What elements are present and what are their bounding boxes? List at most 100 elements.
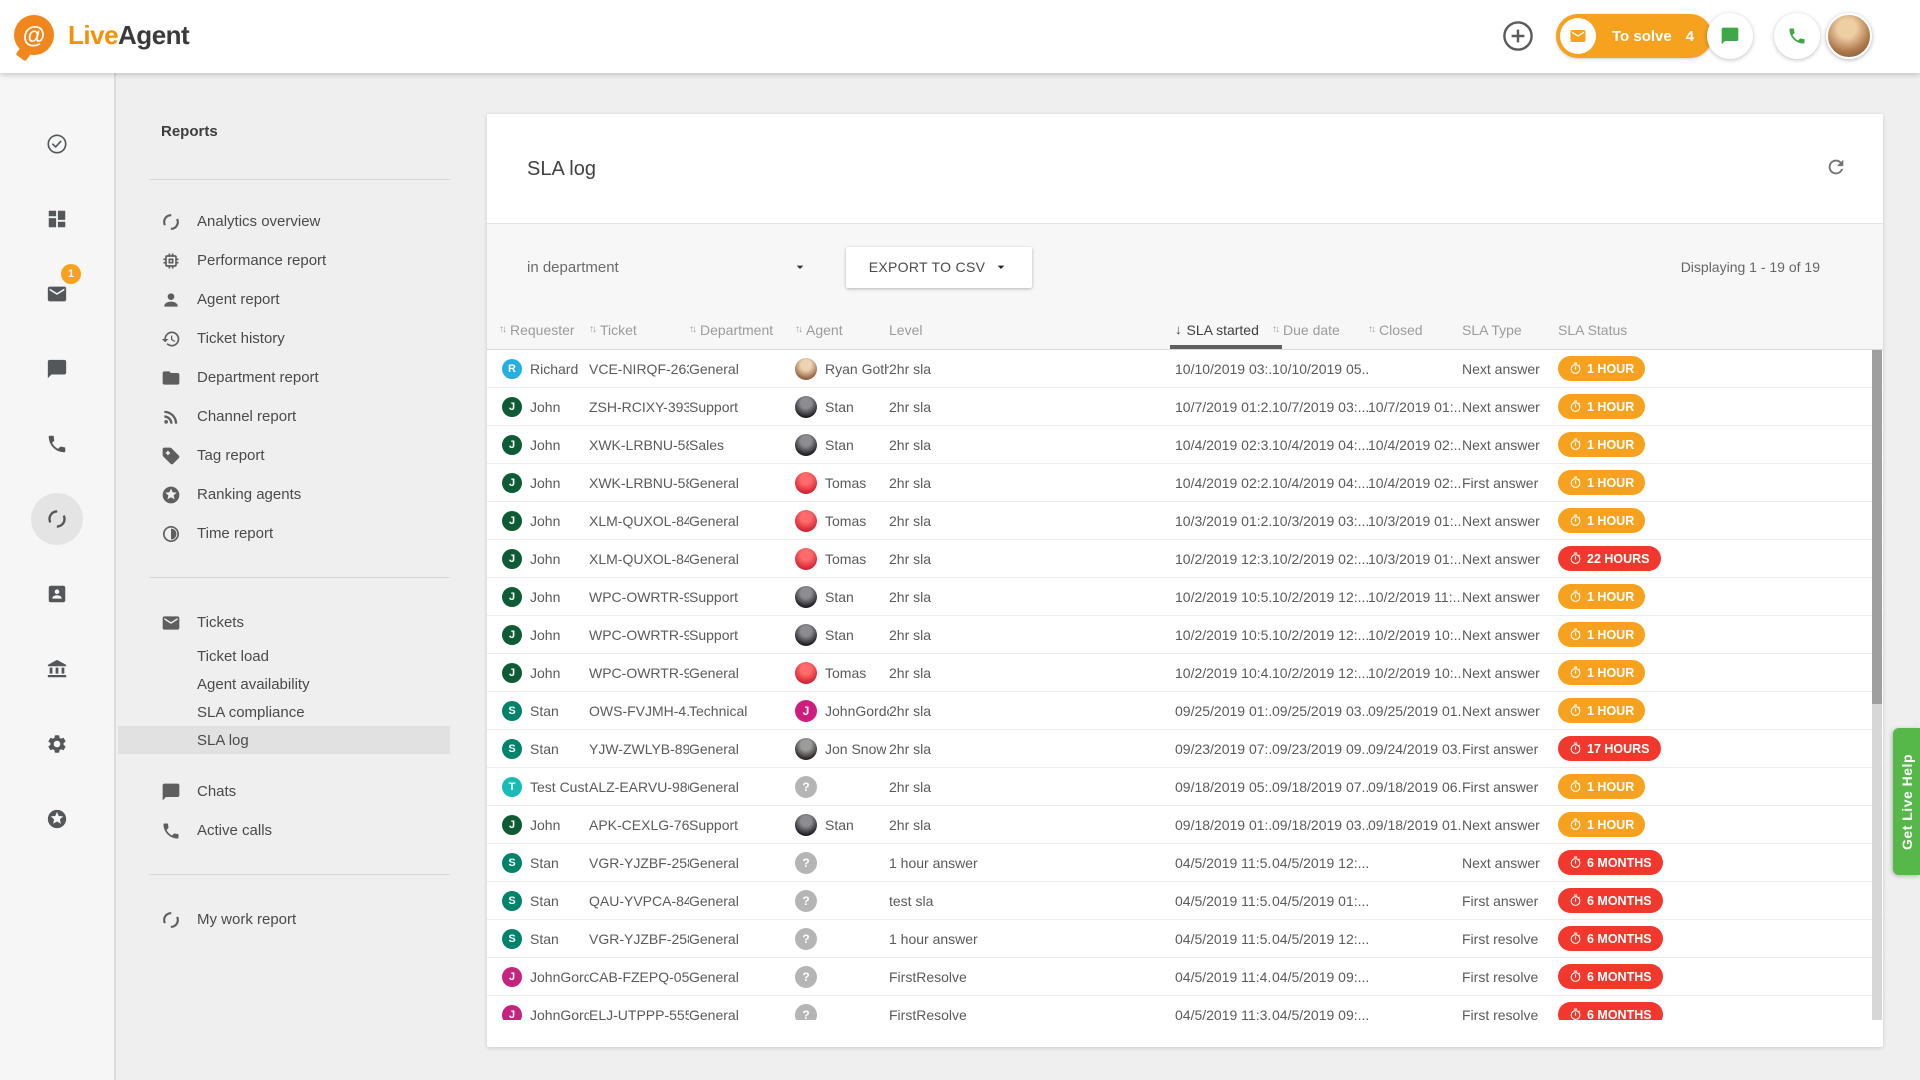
requester-cell: SStan <box>499 739 589 759</box>
agent-name: Stan <box>825 627 854 643</box>
column-header-ticket[interactable]: ↑↓Ticket <box>589 310 689 349</box>
table-row[interactable]: JJohnWPC-OWRTR-9...SupportStan2hr sla10/… <box>487 616 1883 654</box>
requester-cell: JJohnGordo <box>499 967 589 987</box>
vertical-scrollbar-thumb[interactable] <box>1872 350 1882 704</box>
divider <box>149 179 450 180</box>
department: Support <box>689 627 795 643</box>
table-row[interactable]: JJohnXWK-LRBNU-588GeneralTomas2hr sla10/… <box>487 464 1883 502</box>
nav-item-department-report[interactable]: Department report <box>118 358 450 397</box>
add-new-button[interactable] <box>1501 19 1535 53</box>
table-row[interactable]: JJohnAPK-CEXLG-764SupportStan2hr sla09/1… <box>487 806 1883 844</box>
chats-button[interactable] <box>1707 13 1753 59</box>
to-solve-label: To solve <box>1612 28 1672 45</box>
sla-level: 2hr sla <box>889 779 1175 795</box>
rail-item-company[interactable] <box>31 643 83 695</box>
column-header-agent[interactable]: ↑↓Agent <box>795 310 889 349</box>
nav-item-sla-log[interactable]: SLA log <box>118 726 450 754</box>
column-header-sla_started[interactable]: ↓SLA started <box>1175 310 1272 349</box>
table-row[interactable]: SStanOWS-FVJMH-4...TechnicalJJohnGordon2… <box>487 692 1883 730</box>
column-header-sla_status: SLA Status <box>1558 310 1883 349</box>
rail-item-dashboard[interactable] <box>31 193 83 245</box>
table-row[interactable]: JJohnWPC-OWRTR-9...GeneralTomas2hr sla10… <box>487 654 1883 692</box>
department: General <box>689 475 795 491</box>
nav-item-channel-report[interactable]: Channel report <box>118 397 450 436</box>
nav-item-tag-report[interactable]: Tag report <box>118 436 450 475</box>
table-row[interactable]: SStanVGR-YJZBF-258General?1 hour answer0… <box>487 844 1883 882</box>
timer-icon <box>1569 780 1582 793</box>
calls-button[interactable] <box>1774 13 1820 59</box>
nav-item-agent-report[interactable]: Agent report <box>118 280 450 319</box>
sla-type: Next answer <box>1462 703 1558 719</box>
filter-value: in department <box>527 259 619 276</box>
column-header-due_date[interactable]: ↑↓Due date <box>1272 310 1368 349</box>
column-header-department[interactable]: ↑↓Department <box>689 310 795 349</box>
rail-item-tasks[interactable] <box>31 118 83 170</box>
table-row[interactable]: JJohnWPC-OWRTR-9...SupportStan2hr sla10/… <box>487 578 1883 616</box>
department: General <box>689 969 795 985</box>
to-solve-button[interactable]: To solve 4 <box>1556 14 1712 58</box>
closed-date: 10/3/2019 01:... <box>1368 513 1462 529</box>
nav-item-ticket-load[interactable]: Ticket load <box>118 642 450 670</box>
department: General <box>689 551 795 567</box>
timer-icon <box>1569 400 1582 413</box>
ticket-id: ALZ-EARVU-980 <box>589 779 689 795</box>
table-row[interactable]: SStanYJW-ZWLYB-895GeneralJon Snow2hr sla… <box>487 730 1883 768</box>
requester-avatar: J <box>502 511 522 531</box>
nav-item-analytics-overview[interactable]: Analytics overview <box>118 202 450 241</box>
rail-item-tickets[interactable]: 1 <box>31 268 83 320</box>
table-row[interactable]: JJohnGordoELJ-UTPPP-555General?FirstReso… <box>487 996 1883 1020</box>
rail-item-calls[interactable] <box>31 418 83 470</box>
column-header-requester[interactable]: ↑↓Requester <box>499 310 589 349</box>
column-header-closed[interactable]: ↑↓Closed <box>1368 310 1462 349</box>
liveagent-logo[interactable]: @ LiveAgent <box>14 15 189 55</box>
column-label: SLA started <box>1187 322 1259 338</box>
rail-item-settings[interactable] <box>31 718 83 770</box>
agent-cell: ? <box>795 928 889 950</box>
table-row[interactable]: JJohnXLM-QUXOL-848GeneralTomas2hr sla10/… <box>487 540 1883 578</box>
table-row[interactable]: RRichardVCE-NIRQF-263GeneralRyan Goth2hr… <box>487 350 1883 388</box>
nav-item-time-report[interactable]: Time report <box>118 514 450 553</box>
card-header: SLA log <box>487 114 1883 224</box>
ticket-id: ZSH-RCIXY-393 <box>589 399 689 415</box>
nav-item-tickets[interactable]: Tickets <box>118 603 450 642</box>
nav-item-chats[interactable]: Chats <box>118 772 450 811</box>
logo-bubble-icon: @ <box>14 15 54 55</box>
sla-log-card: SLA log in department EXPORT TO CSV Disp… <box>487 114 1883 1047</box>
export-to-csv-button[interactable]: EXPORT TO CSV <box>846 247 1032 288</box>
nav-item-my-work-report[interactable]: My work report <box>118 900 450 939</box>
requester-avatar: J <box>502 397 522 417</box>
refresh-button[interactable] <box>1825 156 1847 178</box>
table-row[interactable]: TTest CustoALZ-EARVU-980General?2hr sla0… <box>487 768 1883 806</box>
get-live-help-tab[interactable]: Get Live Help <box>1893 728 1920 875</box>
requester-cell: JJohn <box>499 625 589 645</box>
ticket-id: VGR-YJZBF-258 <box>589 855 689 871</box>
agent-cell: ? <box>795 852 889 874</box>
table-row[interactable]: SStanVGR-YJZBF-258General?1 hour answer0… <box>487 920 1883 958</box>
nav-item-agent-availability[interactable]: Agent availability <box>118 670 450 698</box>
rail-item-upgrade[interactable] <box>31 793 83 845</box>
department-filter-select[interactable]: in department <box>527 259 808 276</box>
sla-status-label: 1 HOUR <box>1587 438 1634 452</box>
requester-name: John <box>530 475 560 491</box>
column-label: Level <box>889 322 922 338</box>
due-date: 09/18/2019 07... <box>1272 779 1368 795</box>
nav-item-ticket-history[interactable]: Ticket history <box>118 319 450 358</box>
due-date: 10/2/2019 12:... <box>1272 589 1368 605</box>
table-row[interactable]: JJohnXLM-QUXOL-848GeneralTomas2hr sla10/… <box>487 502 1883 540</box>
rail-item-chats[interactable] <box>31 343 83 395</box>
user-avatar[interactable] <box>1826 13 1872 59</box>
table-row[interactable]: JJohnGordoCAB-FZEPQ-056General?FirstReso… <box>487 958 1883 996</box>
table-row[interactable]: JJohnXWK-LRBNU-588SalesStan2hr sla10/4/2… <box>487 426 1883 464</box>
nav-item-active-calls[interactable]: Active calls <box>118 811 450 850</box>
department: General <box>689 855 795 871</box>
table-row[interactable]: JJohnZSH-RCIXY-393SupportStan2hr sla10/7… <box>487 388 1883 426</box>
nav-item-ranking-agents[interactable]: Ranking agents <box>118 475 450 514</box>
closed-date: 09/25/2019 01... <box>1368 703 1462 719</box>
sla-type: Next answer <box>1462 551 1558 567</box>
nav-item-performance-report[interactable]: Performance report <box>118 241 450 280</box>
nav-item-sla-compliance[interactable]: SLA compliance <box>118 698 450 726</box>
table-row[interactable]: SStanQAU-YVPCA-847General?test sla04/5/2… <box>487 882 1883 920</box>
sla-type: Next answer <box>1462 399 1558 415</box>
rail-item-customers[interactable] <box>31 568 83 620</box>
rail-item-reports[interactable] <box>31 493 83 545</box>
